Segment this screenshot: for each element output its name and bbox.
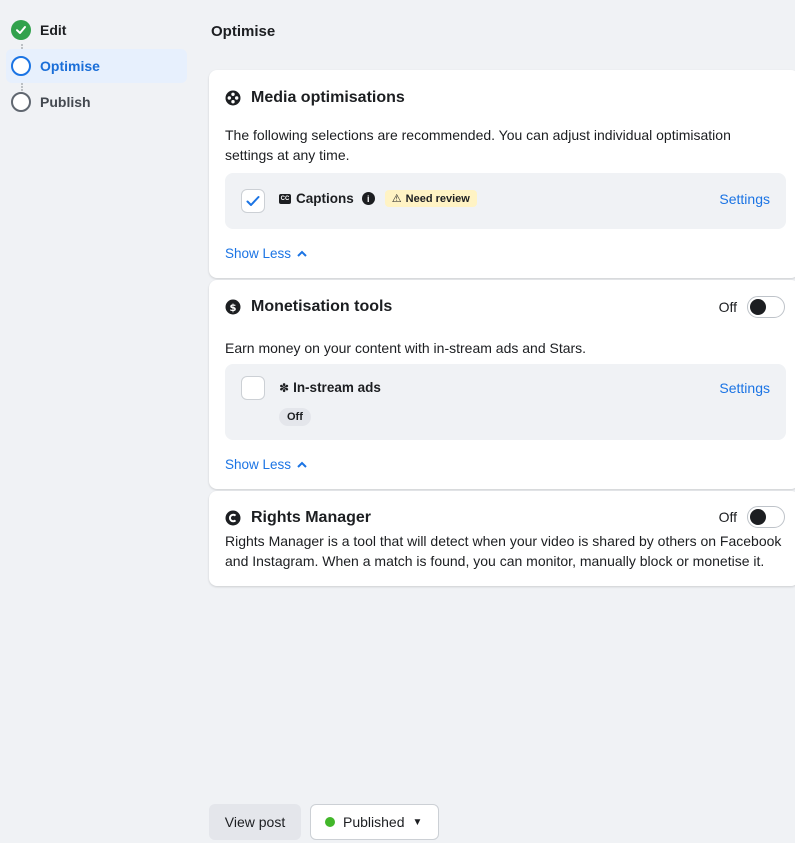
toggle-label: Off bbox=[718, 299, 737, 315]
check-circle-icon bbox=[11, 20, 31, 40]
step-publish[interactable]: Publish bbox=[6, 85, 187, 119]
chevron-up-icon bbox=[297, 461, 307, 468]
step-edit[interactable]: Edit bbox=[6, 13, 187, 47]
card-header: Media optimisations bbox=[225, 89, 405, 107]
show-less-link[interactable]: Show Less bbox=[225, 457, 308, 472]
media-optimisations-card: Media optimisations The following select… bbox=[209, 70, 795, 278]
step-label: Edit bbox=[40, 22, 67, 38]
publish-status-dropdown[interactable]: Published ▼ bbox=[310, 804, 439, 840]
page-title: Optimise bbox=[211, 23, 276, 40]
card-description: The following selections are recommended… bbox=[225, 127, 731, 163]
status-dot-icon bbox=[325, 817, 335, 827]
warning-icon: ⚠ bbox=[391, 193, 402, 205]
steps-sidebar: Edit Optimise Publish bbox=[0, 0, 195, 843]
in-stream-ads-checkbox[interactable] bbox=[241, 376, 265, 400]
rights-toggle-group: Off bbox=[719, 506, 785, 528]
rights-manager-toggle[interactable] bbox=[747, 506, 785, 528]
checkmark-icon bbox=[246, 196, 260, 206]
card-title: Media optimisations bbox=[251, 89, 405, 106]
need-review-badge: ⚠ Need review bbox=[384, 190, 477, 207]
card-header: $ Monetisation tools bbox=[225, 298, 392, 316]
chevron-up-icon bbox=[297, 250, 307, 257]
step-label: Publish bbox=[40, 94, 91, 110]
card-title: Rights Manager bbox=[251, 509, 372, 526]
empty-circle-icon bbox=[11, 92, 31, 112]
dollar-icon: $ bbox=[225, 299, 241, 315]
monetisation-tools-card: $ Monetisation tools Off Earn money on y… bbox=[209, 280, 795, 489]
toggle-label: Off bbox=[718, 509, 737, 525]
current-step-circle-icon bbox=[11, 56, 31, 76]
status-label: Published bbox=[343, 814, 405, 830]
main-panel: Optimise Media optimisations The followi… bbox=[195, 0, 795, 843]
step-label: Optimise bbox=[40, 58, 100, 74]
card-title: Monetisation tools bbox=[251, 298, 393, 315]
captions-label-group: CC Captions i ⚠ Need review bbox=[279, 190, 477, 207]
step-optimise[interactable]: Optimise bbox=[6, 49, 187, 83]
status-pill: Off bbox=[279, 408, 311, 426]
svg-text:$: $ bbox=[230, 303, 237, 314]
megaphone-icon: ✽ bbox=[279, 380, 290, 395]
view-post-button[interactable]: View post bbox=[209, 804, 301, 840]
show-less-label: Show Less bbox=[225, 457, 292, 472]
monetisation-toggle[interactable] bbox=[747, 296, 785, 318]
in-stream-ads-option: ✽ In-stream ads Off Settings bbox=[225, 364, 786, 440]
show-less-link[interactable]: Show Less bbox=[225, 246, 308, 261]
option-label: In-stream ads bbox=[293, 380, 381, 395]
card-description: Earn money on your content with in-strea… bbox=[225, 340, 587, 356]
rights-manager-card: Rights Manager Off Rights Manager is a t… bbox=[209, 491, 795, 586]
film-reel-icon bbox=[225, 90, 241, 106]
closed-captions-icon: CC bbox=[279, 193, 291, 204]
show-less-label: Show Less bbox=[225, 246, 292, 261]
in-stream-ads-label-group: ✽ In-stream ads bbox=[279, 380, 381, 395]
card-header: Rights Manager bbox=[225, 509, 371, 527]
monetisation-toggle-group: Off bbox=[719, 296, 785, 318]
in-stream-ads-settings-link[interactable]: Settings bbox=[719, 380, 770, 396]
info-icon[interactable]: i bbox=[361, 192, 375, 205]
toggle-knob bbox=[750, 299, 766, 315]
card-description: Rights Manager is a tool that will detec… bbox=[225, 533, 782, 569]
captions-checkbox[interactable] bbox=[241, 189, 265, 213]
badge-label: Need review bbox=[405, 192, 470, 205]
toggle-knob bbox=[750, 509, 766, 525]
caret-down-icon: ▼ bbox=[412, 816, 423, 828]
captions-option: CC Captions i ⚠ Need review Settings bbox=[225, 173, 786, 229]
copyright-icon bbox=[225, 510, 241, 526]
captions-settings-link[interactable]: Settings bbox=[719, 191, 770, 207]
option-label: Captions bbox=[296, 191, 354, 206]
